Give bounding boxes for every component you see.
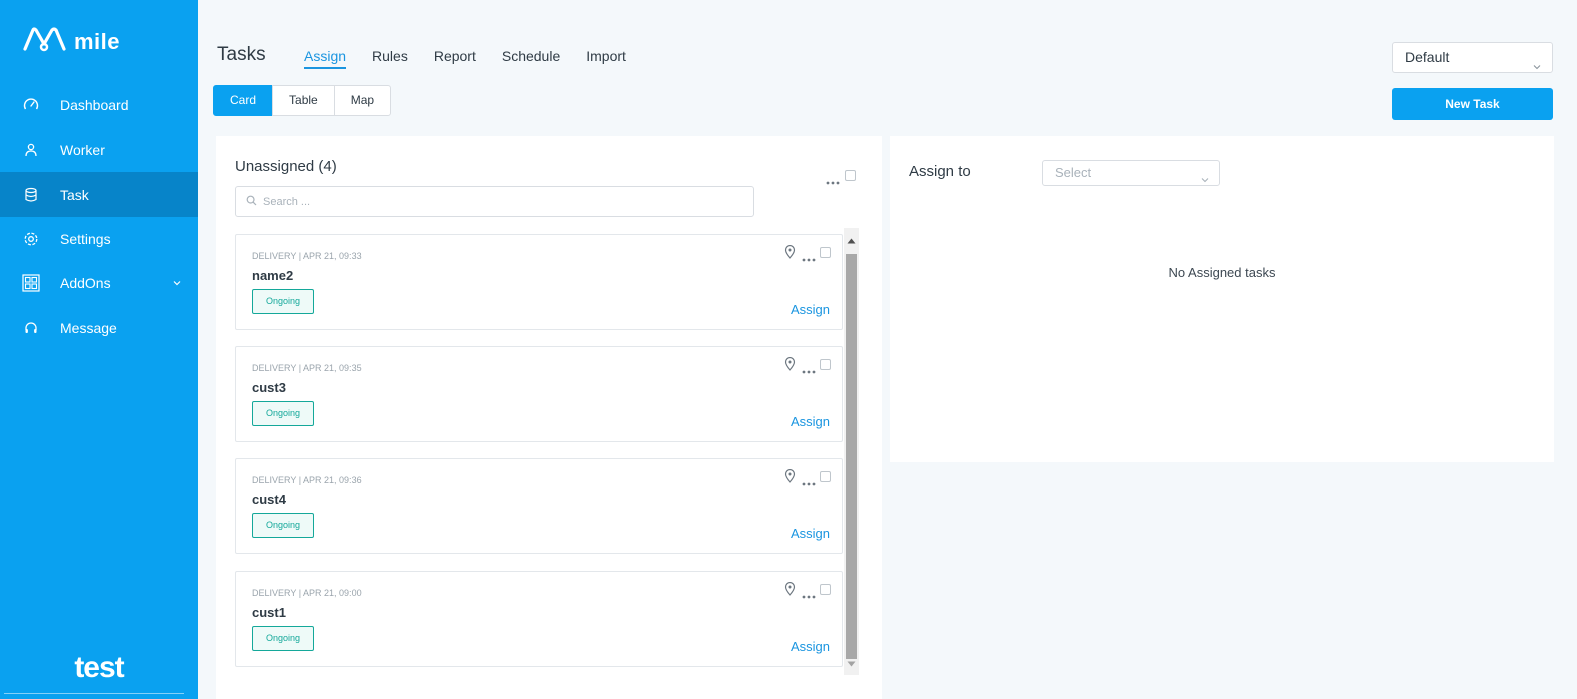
task-checkbox[interactable] bbox=[820, 584, 831, 595]
footer-brand: test bbox=[74, 651, 124, 684]
sidebar: mile Dashboard Worker Task Settings AddO… bbox=[0, 0, 198, 699]
brand-name: mile bbox=[74, 28, 121, 54]
sidebar-item-settings[interactable]: Settings bbox=[0, 216, 198, 261]
headset-icon bbox=[22, 319, 40, 337]
chevron-down-icon bbox=[1532, 53, 1542, 82]
more-options-icon[interactable] bbox=[826, 172, 840, 190]
assign-link[interactable]: Assign bbox=[791, 414, 830, 429]
task-name: name2 bbox=[252, 268, 294, 283]
task-checkbox[interactable] bbox=[820, 471, 831, 482]
more-options-icon[interactable] bbox=[802, 249, 816, 267]
chevron-down-icon bbox=[1200, 169, 1210, 193]
task-card[interactable]: DELIVERY | APR 21, 09:36 cust4 Ongoing A… bbox=[235, 458, 843, 554]
assign-worker-select[interactable]: Select bbox=[1042, 160, 1220, 186]
page-title: Tasks bbox=[217, 44, 266, 65]
footer-divider bbox=[4, 693, 184, 694]
task-meta: DELIVERY | APR 21, 09:00 bbox=[252, 588, 362, 598]
more-options-icon[interactable] bbox=[802, 473, 816, 491]
sidebar-item-task[interactable]: Task bbox=[0, 172, 198, 217]
task-name: cust4 bbox=[252, 492, 286, 507]
brand-logo[interactable]: mile bbox=[22, 26, 120, 57]
mile-logo-icon bbox=[22, 26, 68, 57]
sidebar-item-label: Worker bbox=[60, 141, 105, 158]
worker-icon bbox=[22, 141, 40, 159]
empty-state-text: No Assigned tasks bbox=[1168, 265, 1276, 280]
more-options-icon[interactable] bbox=[802, 361, 816, 379]
status-badge: Ongoing bbox=[252, 626, 314, 651]
gear-icon bbox=[22, 230, 40, 248]
unassigned-title: Unassigned (4) bbox=[235, 158, 337, 175]
task-card[interactable]: DELIVERY | APR 21, 09:00 cust1 Ongoing A… bbox=[235, 571, 843, 667]
tab-rules[interactable]: Rules bbox=[372, 48, 408, 69]
assign-link[interactable]: Assign bbox=[791, 639, 830, 654]
task-checkbox[interactable] bbox=[820, 359, 831, 370]
addons-grid-icon bbox=[22, 273, 40, 292]
task-card[interactable]: DELIVERY | APR 21, 09:33 name2 Ongoing A… bbox=[235, 234, 843, 330]
speedometer-icon bbox=[22, 96, 40, 114]
location-pin-icon[interactable] bbox=[784, 356, 796, 376]
filter-select-value: Default bbox=[1405, 49, 1450, 65]
location-pin-icon[interactable] bbox=[784, 244, 796, 264]
view-card-button[interactable]: Card bbox=[213, 85, 274, 116]
sidebar-item-label: Settings bbox=[60, 230, 111, 247]
select-all-checkbox[interactable] bbox=[845, 170, 856, 181]
view-map-button[interactable]: Map bbox=[333, 85, 392, 116]
task-meta: DELIVERY | APR 21, 09:33 bbox=[252, 251, 362, 261]
status-badge: Ongoing bbox=[252, 513, 314, 538]
view-table-button[interactable]: Table bbox=[272, 85, 335, 116]
assign-panel: Assign to Select No Assigned tasks bbox=[890, 136, 1554, 462]
task-name: cust3 bbox=[252, 380, 286, 395]
scroll-down-arrow-icon[interactable] bbox=[847, 654, 856, 672]
status-badge: Ongoing bbox=[252, 289, 314, 314]
location-pin-icon[interactable] bbox=[784, 581, 796, 601]
task-meta: DELIVERY | APR 21, 09:35 bbox=[252, 363, 362, 373]
sidebar-item-label: Message bbox=[60, 319, 117, 336]
filter-select[interactable]: Default bbox=[1392, 42, 1553, 73]
more-options-icon[interactable] bbox=[802, 586, 816, 604]
sidebar-item-message[interactable]: Message bbox=[0, 305, 198, 350]
assign-link[interactable]: Assign bbox=[791, 302, 830, 317]
search-icon bbox=[246, 193, 257, 211]
search-input[interactable] bbox=[263, 195, 743, 208]
assign-select-placeholder: Select bbox=[1055, 165, 1092, 180]
scrollbar-thumb[interactable] bbox=[846, 254, 857, 659]
sidebar-item-label: Dashboard bbox=[60, 96, 129, 113]
tab-assign[interactable]: Assign bbox=[304, 48, 347, 69]
assign-to-label: Assign to bbox=[909, 163, 971, 180]
unassigned-panel: Unassigned (4) DELIVERY | APR 21, 09:33 … bbox=[216, 136, 882, 699]
tab-bar: Assign Rules Report Schedule Import bbox=[304, 48, 652, 69]
tab-import[interactable]: Import bbox=[586, 48, 626, 69]
sidebar-item-label: AddOns bbox=[60, 274, 111, 291]
status-badge: Ongoing bbox=[252, 401, 314, 426]
chevron-down-icon[interactable] bbox=[172, 275, 182, 291]
location-pin-icon[interactable] bbox=[784, 468, 796, 488]
database-icon bbox=[22, 186, 40, 204]
task-checkbox[interactable] bbox=[820, 247, 831, 258]
task-card[interactable]: DELIVERY | APR 21, 09:35 cust3 Ongoing A… bbox=[235, 346, 843, 442]
sidebar-item-worker[interactable]: Worker bbox=[0, 127, 198, 172]
task-name: cust1 bbox=[252, 605, 286, 620]
task-meta: DELIVERY | APR 21, 09:36 bbox=[252, 475, 362, 485]
scroll-up-arrow-icon[interactable] bbox=[847, 231, 856, 249]
tab-schedule[interactable]: Schedule bbox=[502, 48, 560, 69]
sidebar-item-addons[interactable]: AddOns bbox=[0, 260, 198, 305]
search-field[interactable] bbox=[235, 186, 754, 217]
assign-link[interactable]: Assign bbox=[791, 526, 830, 541]
view-mode-switch: Card Table Map bbox=[213, 85, 392, 116]
new-task-button[interactable]: New Task bbox=[1392, 88, 1553, 120]
tab-report[interactable]: Report bbox=[434, 48, 476, 69]
sidebar-item-label: Task bbox=[60, 186, 89, 203]
sidebar-item-dashboard[interactable]: Dashboard bbox=[0, 82, 198, 127]
task-list-scrollbar[interactable] bbox=[844, 228, 859, 675]
